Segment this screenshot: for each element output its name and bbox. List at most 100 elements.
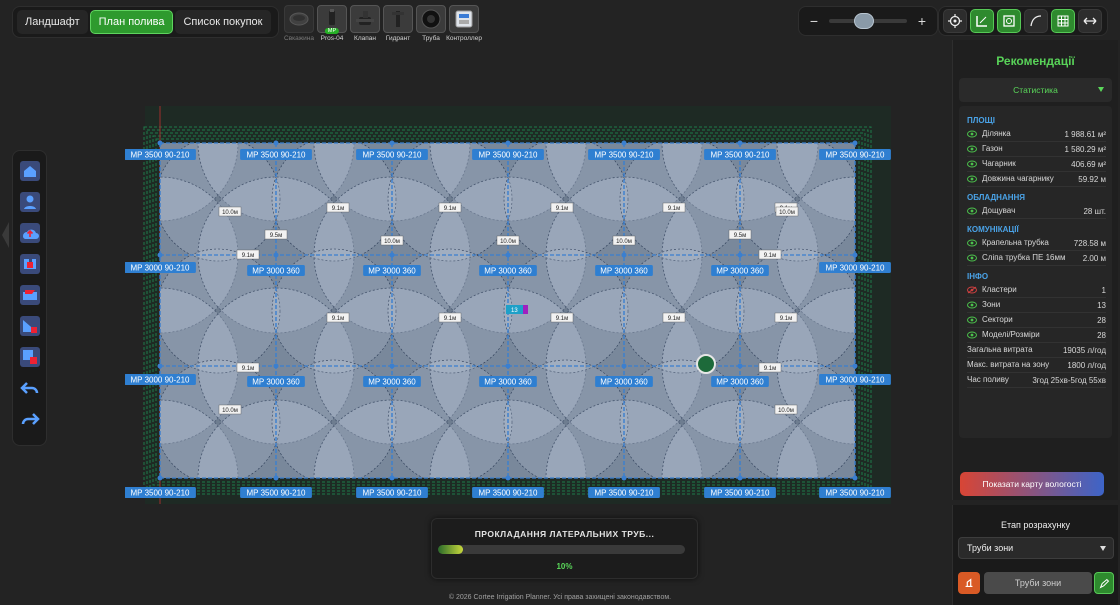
sprinkler-label[interactable]: MP 3500 90-210	[356, 149, 428, 160]
layers-icon[interactable]	[997, 9, 1021, 33]
sprinkler-node[interactable]	[852, 363, 858, 369]
sprinkler-node[interactable]	[505, 475, 511, 481]
sprinkler-node[interactable]	[157, 363, 163, 369]
zone-edit-icon[interactable]	[19, 283, 41, 307]
zone-delete-icon[interactable]	[19, 314, 41, 338]
ruler-icon[interactable]	[970, 9, 994, 33]
sprinkler-node[interactable]	[389, 140, 395, 146]
eye-icon[interactable]	[967, 145, 977, 153]
sprinkler-node[interactable]	[505, 252, 511, 258]
curve-icon[interactable]	[1024, 9, 1048, 33]
redo-icon[interactable]	[19, 407, 41, 431]
sprinkler-label[interactable]: MP 3500 90-210	[356, 487, 428, 498]
component-hydrant[interactable]: Гидрант	[383, 5, 413, 49]
eye-icon[interactable]	[967, 316, 977, 324]
eye-icon[interactable]	[967, 331, 977, 339]
sprinkler-node[interactable]	[621, 475, 627, 481]
sprinkler-node[interactable]	[505, 363, 511, 369]
sprinkler-label[interactable]: MP 3000 360	[711, 376, 769, 387]
sprinkler-label[interactable]: MP 3000 360	[479, 265, 537, 276]
tab-irrigation-plan[interactable]: План полива	[89, 10, 174, 34]
sprinkler-label[interactable]: MP 3500 90-210	[125, 149, 196, 160]
stage-tool-icon[interactable]	[958, 572, 980, 594]
tab-shopping-list[interactable]: Список покупок	[175, 10, 271, 34]
sprinkler-label[interactable]: MP 3000 360	[247, 376, 305, 387]
zoom-in-button[interactable]: +	[915, 13, 929, 29]
sprinkler-node[interactable]	[852, 475, 858, 481]
sprinkler-node[interactable]	[852, 140, 858, 146]
component-controller[interactable]: Контроллер	[446, 5, 482, 49]
sprinkler-node[interactable]	[737, 252, 743, 258]
sprinkler-label[interactable]: MP 3500 90-210	[125, 487, 196, 498]
sprinkler-label[interactable]: MP 3000 360	[595, 265, 653, 276]
expand-icon[interactable]	[1078, 9, 1102, 33]
home-icon[interactable]	[19, 159, 41, 183]
collapse-arrow-icon[interactable]	[0, 220, 10, 250]
sprinkler-node[interactable]	[157, 475, 163, 481]
eye-icon[interactable]	[967, 301, 977, 309]
sprinkler-label[interactable]: MP 3500 90-210	[588, 487, 660, 498]
sprinkler-label[interactable]: MP 3000 90-210	[819, 374, 891, 385]
statistics-dropdown[interactable]: Статистика	[959, 78, 1112, 102]
sprinkler-label[interactable]: MP 3500 90-210	[819, 487, 891, 498]
stage-select[interactable]: Труби зони	[958, 537, 1114, 559]
sprinkler-node[interactable]	[273, 363, 279, 369]
sprinkler-label[interactable]: MP 3500 90-210	[704, 149, 776, 160]
eye-off-icon[interactable]	[967, 286, 977, 294]
sprinkler-label[interactable]: MP 3500 90-210	[819, 149, 891, 160]
component-well[interactable]: Свкажина	[284, 5, 314, 49]
sprinkler-label[interactable]: MP 3000 90-210	[819, 262, 891, 273]
sprinkler-node[interactable]	[505, 140, 511, 146]
zone-tag[interactable]: 13	[506, 305, 528, 314]
sprinkler-label[interactable]: MP 3000 360	[711, 265, 769, 276]
puzzle-icon[interactable]	[19, 252, 41, 276]
plan-canvas[interactable]: 10.0м 9.1м 9.1м 9.1м 9.1м 9.1м 10.0м 9.5м 10.0м 1…	[125, 100, 895, 505]
sprinkler-label[interactable]: MP 3000 90-210	[125, 374, 196, 385]
tab-landscape[interactable]: Ландшафт	[17, 10, 88, 34]
sprinkler-label[interactable]: MP 3000 360	[595, 376, 653, 387]
sprinkler-label[interactable]: MP 3500 90-210	[472, 487, 544, 498]
sprinkler-label[interactable]: MP 3500 90-210	[472, 149, 544, 160]
zoom-out-button[interactable]: −	[807, 13, 821, 29]
component-valve[interactable]: Клапан	[350, 5, 380, 49]
component-sprinkler[interactable]: MP Pros-04	[317, 5, 347, 49]
show-moisture-map-button[interactable]: Показати карту вологості	[960, 472, 1104, 496]
sprinkler-label[interactable]: MP 3000 360	[479, 376, 537, 387]
sprinkler-node[interactable]	[737, 140, 743, 146]
eye-icon[interactable]	[967, 239, 977, 247]
pencil-icon[interactable]	[1094, 572, 1114, 594]
sprinkler-label[interactable]: MP 3500 90-210	[704, 487, 776, 498]
sprinkler-node[interactable]	[621, 363, 627, 369]
eye-icon[interactable]	[967, 130, 977, 138]
sprinkler-node[interactable]	[737, 475, 743, 481]
eye-icon[interactable]	[967, 207, 977, 215]
sprinkler-label[interactable]: MP 3500 90-210	[240, 149, 312, 160]
sprinkler-node[interactable]	[852, 252, 858, 258]
sprinkler-node[interactable]	[621, 252, 627, 258]
eye-icon[interactable]	[967, 175, 977, 183]
grid-icon[interactable]	[1051, 9, 1075, 33]
sprinkler-label[interactable]: MP 3500 90-210	[240, 487, 312, 498]
sprinkler-node[interactable]	[389, 475, 395, 481]
sprinkler-node[interactable]	[273, 140, 279, 146]
sprinkler-node[interactable]	[157, 140, 163, 146]
target-icon[interactable]	[943, 9, 967, 33]
sprinkler-node[interactable]	[389, 363, 395, 369]
sprinkler-node[interactable]	[737, 363, 743, 369]
eye-icon[interactable]	[967, 160, 977, 168]
sprinkler-node[interactable]	[157, 252, 163, 258]
component-pipe[interactable]: Труба	[416, 5, 446, 49]
sprinkler-node[interactable]	[621, 140, 627, 146]
stage-action-button[interactable]: Труби зони	[984, 572, 1092, 594]
sprinkler-node[interactable]	[389, 252, 395, 258]
sprinkler-label[interactable]: MP 3000 90-210	[125, 262, 196, 273]
eye-icon[interactable]	[967, 254, 977, 262]
cloud-upload-icon[interactable]	[19, 221, 41, 245]
sprinkler-label[interactable]: MP 3000 360	[363, 265, 421, 276]
undo-icon[interactable]	[19, 376, 41, 400]
user-icon[interactable]	[19, 190, 41, 214]
zoom-slider[interactable]	[829, 13, 907, 29]
sprinkler-label[interactable]: MP 3000 360	[247, 265, 305, 276]
sprinkler-node[interactable]	[273, 252, 279, 258]
sprinkler-node[interactable]	[273, 475, 279, 481]
